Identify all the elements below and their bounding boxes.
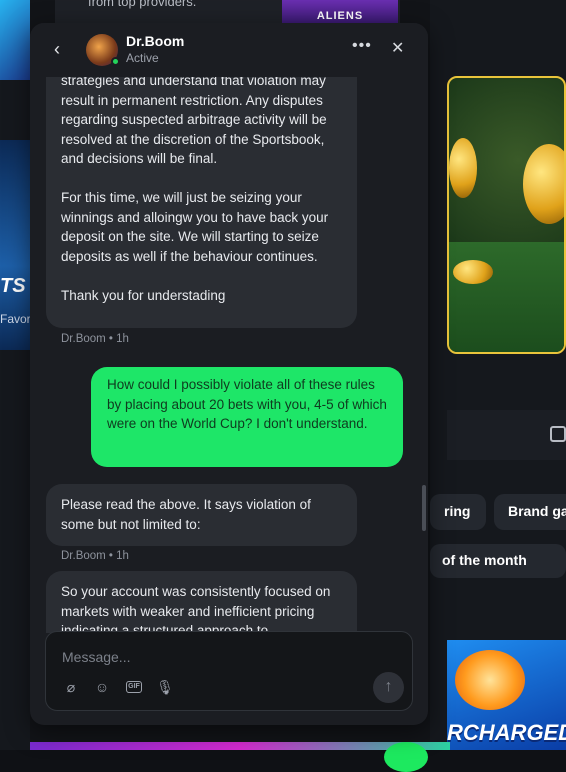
message-paragraph: For this time, we will just be seizing y…: [61, 188, 342, 266]
online-indicator-icon: [111, 57, 120, 66]
message-paragraph: strategies and understand that violation…: [61, 77, 342, 169]
message-meta: Dr.Boom • 1h: [61, 333, 129, 345]
game-tile-top-left[interactable]: [0, 0, 30, 80]
coin-graphic: [523, 144, 566, 224]
grid-view-icon[interactable]: [550, 426, 566, 442]
promo-tile-left[interactable]: TS Favor: [0, 140, 30, 350]
promo-banner-text: from top providers.: [88, 0, 196, 9]
promo-banner-above: from top providers. ALIENS: [55, 0, 400, 23]
agent-status: Active: [126, 51, 159, 65]
close-icon[interactable]: ✕: [391, 38, 404, 58]
message-paragraph: Thank you for understading: [61, 286, 342, 306]
chevron-left-icon[interactable]: ‹: [54, 39, 60, 60]
message-input[interactable]: [62, 646, 382, 668]
scrollbar-thumb[interactable]: [422, 485, 426, 531]
agent-name: Dr.Boom: [126, 33, 184, 49]
message-meta: Dr.Boom • 1h: [61, 550, 129, 562]
gif-icon[interactable]: GIF: [126, 681, 142, 693]
game-tile-bottom-right[interactable]: RCHARGED: [447, 640, 566, 750]
emoji-icon[interactable]: ☺: [93, 678, 111, 696]
support-chat-window: ‹ Dr.Boom Active ••• ✕ strategies and un…: [30, 23, 428, 725]
promo-game-thumb[interactable]: ALIENS: [282, 0, 398, 23]
lobby-controls: [447, 410, 566, 460]
coin-graphic: [453, 260, 493, 284]
featured-game-card[interactable]: [447, 76, 566, 354]
chat-header: ‹ Dr.Boom Active ••• ✕: [30, 23, 428, 77]
coin-graphic: [449, 138, 477, 198]
category-pill[interactable]: ring: [430, 494, 486, 530]
microphone-icon[interactable]: 🎙: [156, 678, 174, 696]
message-list[interactable]: strategies and understand that violation…: [30, 77, 428, 633]
left-lobby-strip: [0, 0, 30, 750]
promo-tile-left-sub: Favor: [0, 312, 31, 326]
category-pill-month[interactable]: of the month: [430, 544, 566, 578]
flower-graphic: [455, 650, 525, 710]
football-field: [449, 242, 564, 352]
agent-message: Please read the above. It says violation…: [46, 484, 357, 546]
send-button[interactable]: ↑: [373, 672, 404, 703]
agent-message: strategies and understand that violation…: [46, 77, 357, 328]
ellipsis-icon[interactable]: •••: [352, 37, 372, 55]
promo-tile-left-title: TS: [0, 275, 26, 298]
message-composer: ⌀ ☺ GIF 🎙 ↑: [45, 631, 413, 711]
paperclip-icon[interactable]: ⌀: [62, 678, 80, 696]
support-launcher-button[interactable]: [384, 742, 428, 772]
agent-message: So your account was consistently focused…: [46, 571, 357, 633]
game-tile-title: RCHARGED: [447, 720, 566, 746]
user-message: How could I possibly violate all of thes…: [91, 367, 403, 467]
category-pill-brand[interactable]: Brand ga: [494, 494, 566, 530]
